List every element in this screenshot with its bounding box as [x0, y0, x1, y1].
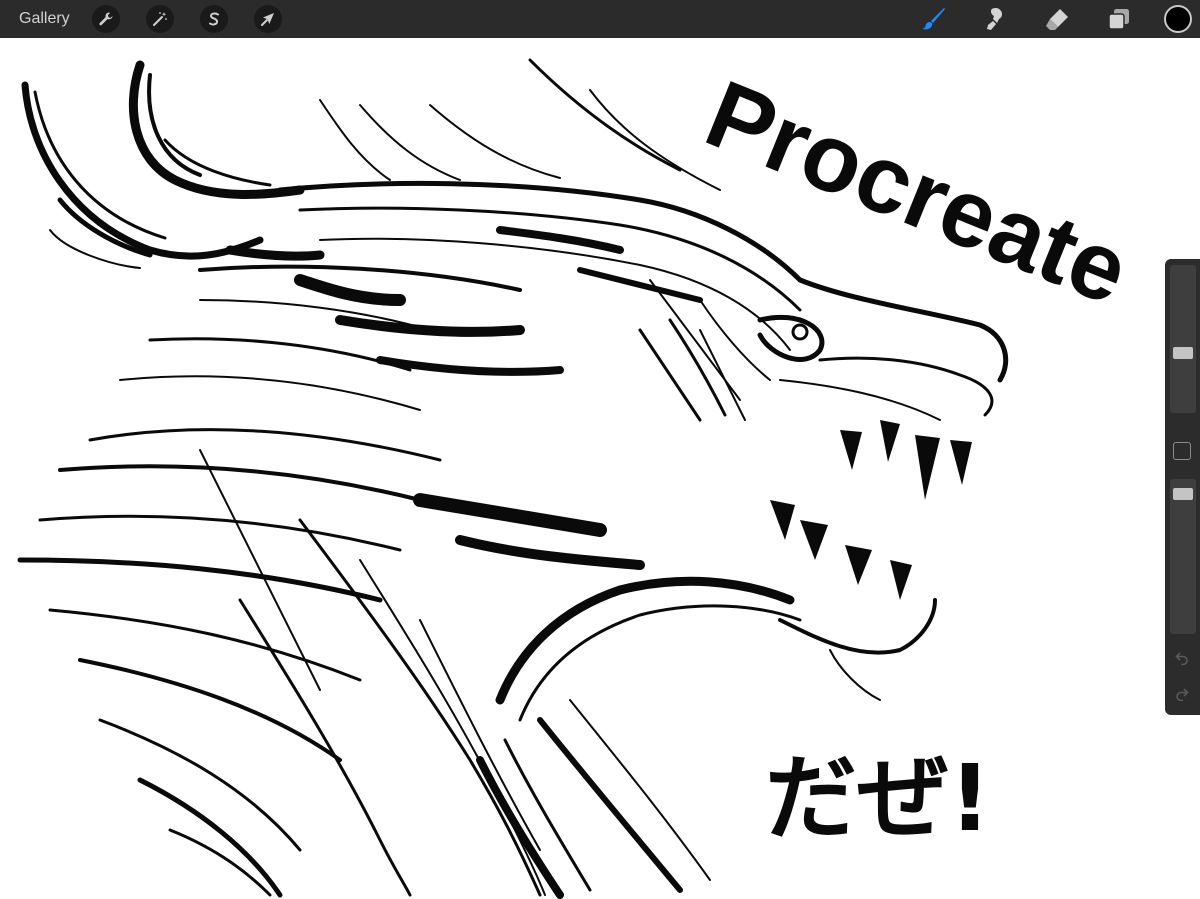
- paint-tool-button[interactable]: [918, 4, 948, 34]
- selection-s-icon: [208, 12, 219, 26]
- dragon-teeth: [770, 420, 972, 600]
- layers-icon: [1108, 9, 1129, 30]
- wrench-icon: [99, 12, 113, 26]
- adjustments-button[interactable]: [145, 5, 174, 33]
- eraser-icon: [1046, 9, 1068, 30]
- right-toolset: [886, 0, 1200, 38]
- redo-button[interactable]: [1172, 687, 1192, 707]
- svg-text:だぜ!: だぜ!: [765, 745, 991, 852]
- dragon-shading: [225, 226, 746, 570]
- selection-button[interactable]: [199, 5, 228, 33]
- drawing-canvas[interactable]: Procreate だぜ!: [0, 38, 1200, 899]
- gallery-button[interactable]: Gallery: [19, 10, 70, 28]
- dragon-horn-right: [129, 60, 305, 199]
- magic-wand-icon: [152, 12, 167, 26]
- transform-button[interactable]: [253, 5, 282, 33]
- brush-icon: [922, 8, 945, 30]
- right-sidebar: [1165, 259, 1200, 715]
- arrow-cursor-icon: [260, 13, 274, 26]
- japanese-lettering: だぜ!: [765, 745, 991, 852]
- svg-text:Procreate: Procreate: [692, 60, 1143, 325]
- opacity-knob[interactable]: [1173, 488, 1193, 500]
- brush-size-knob[interactable]: [1173, 347, 1193, 359]
- actions-button[interactable]: [91, 5, 120, 33]
- top-toolbar: Gallery: [0, 0, 1200, 38]
- smudge-tool-button[interactable]: [980, 4, 1010, 34]
- smudge-icon: [987, 8, 1002, 30]
- modify-button[interactable]: [1173, 442, 1191, 460]
- undo-button[interactable]: [1172, 651, 1192, 671]
- color-swatch-button[interactable]: [1164, 5, 1192, 33]
- procreate-lettering: Procreate: [692, 60, 1143, 325]
- brush-size-slider[interactable]: [1170, 265, 1196, 413]
- redo-icon: [1176, 688, 1189, 702]
- opacity-slider[interactable]: [1170, 479, 1196, 634]
- layers-button[interactable]: [1104, 4, 1134, 34]
- undo-icon: [1175, 652, 1188, 666]
- erase-tool-button[interactable]: [1042, 4, 1072, 34]
